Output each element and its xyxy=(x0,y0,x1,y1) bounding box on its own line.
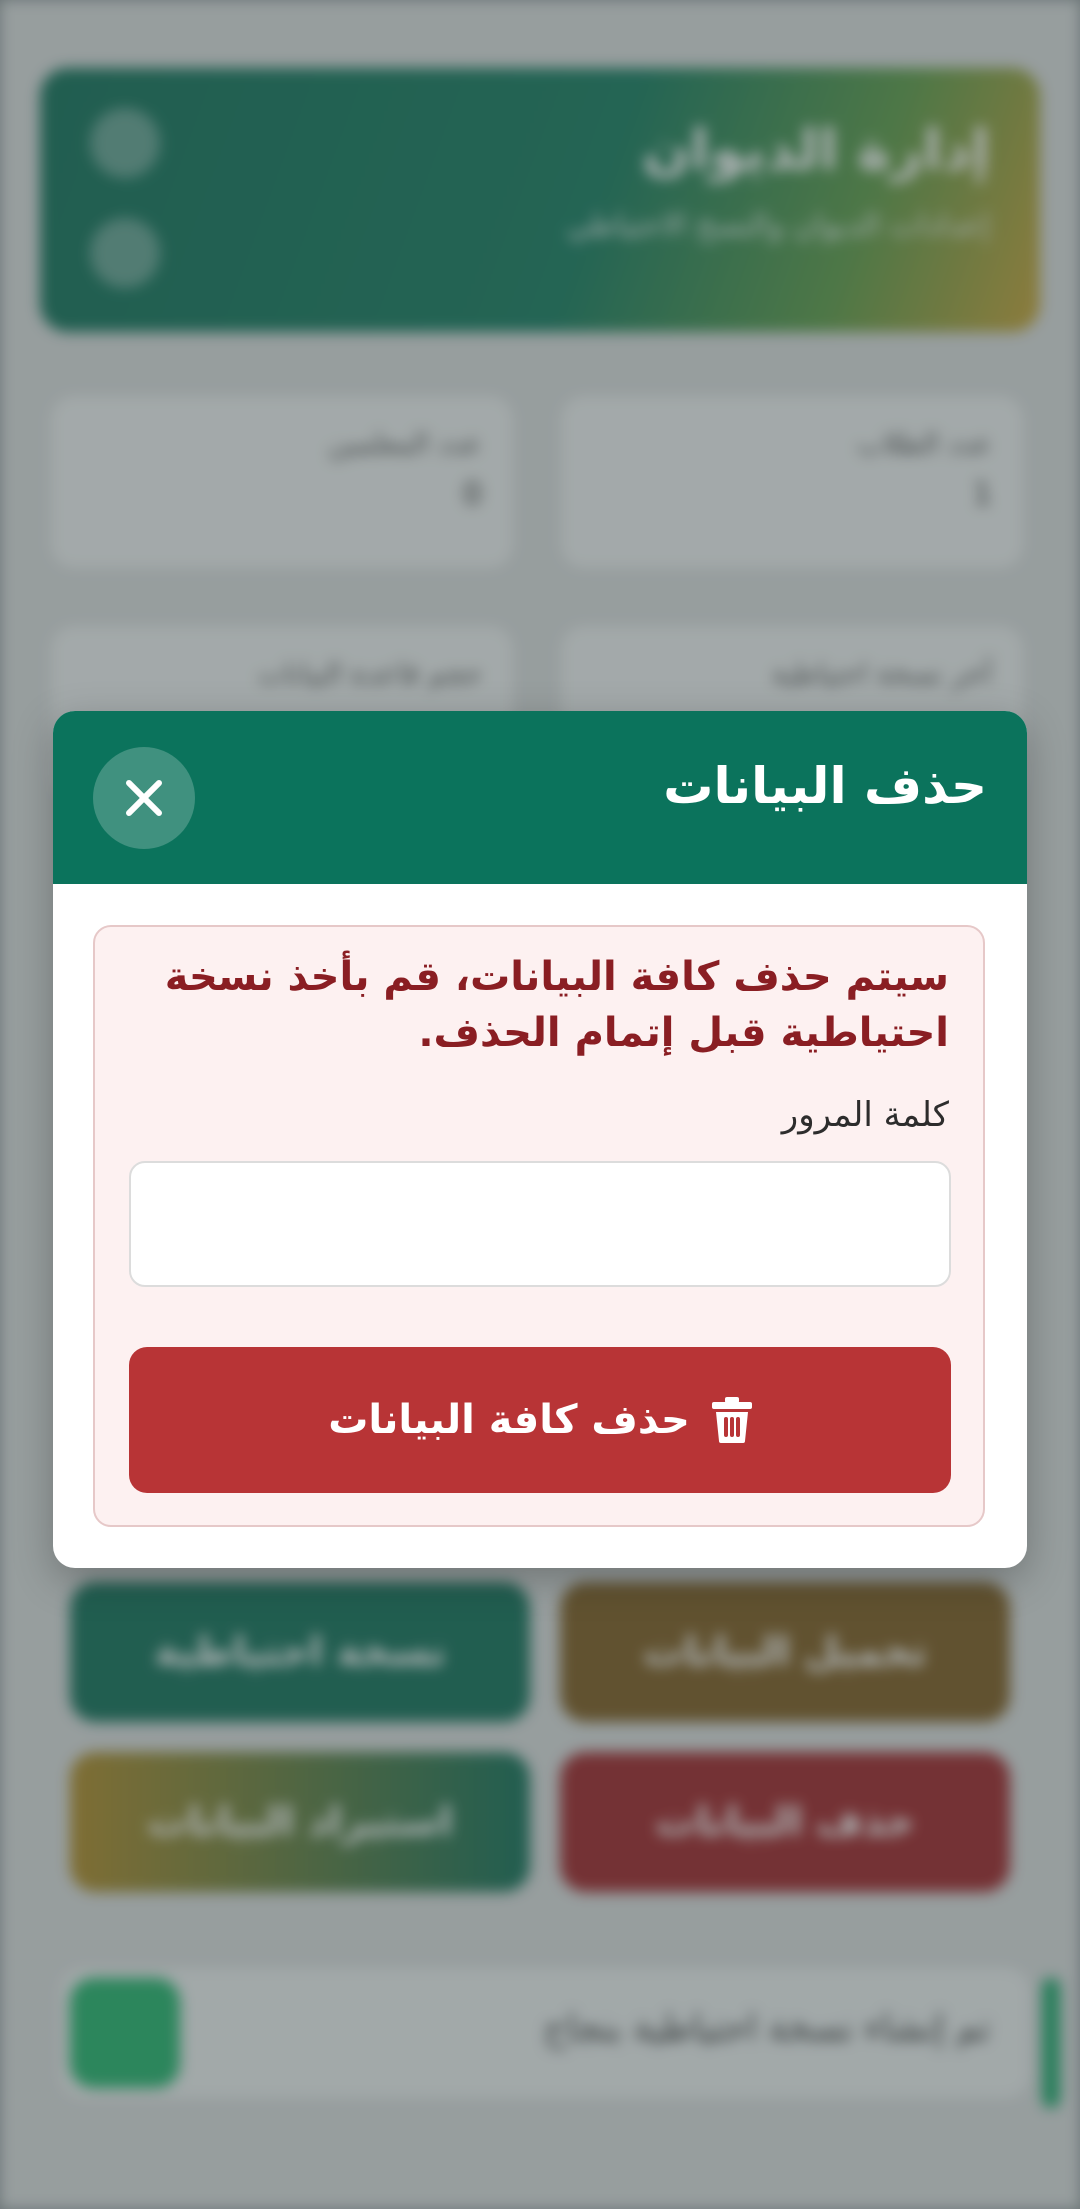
password-input[interactable] xyxy=(129,1161,951,1287)
modal-title: حذف البيانات xyxy=(663,757,987,815)
delete-all-data-button[interactable]: حذف كافة البيانات xyxy=(129,1347,951,1493)
delete-data-modal: حذف البيانات سيتم حذف كافة البيانات، قم … xyxy=(53,711,1027,1568)
warning-text: سيتم حذف كافة البيانات، قم بأخذ نسخة احت… xyxy=(164,954,949,1056)
warning-alert: سيتم حذف كافة البيانات، قم بأخذ نسخة احت… xyxy=(93,925,985,1527)
modal-header: حذف البيانات xyxy=(53,711,1027,884)
password-label: كلمة المرور xyxy=(781,1095,949,1135)
trash-icon xyxy=(711,1397,752,1443)
delete-all-data-label: حذف كافة البيانات xyxy=(328,1397,690,1443)
close-button[interactable] xyxy=(93,747,195,849)
close-icon xyxy=(126,780,162,816)
